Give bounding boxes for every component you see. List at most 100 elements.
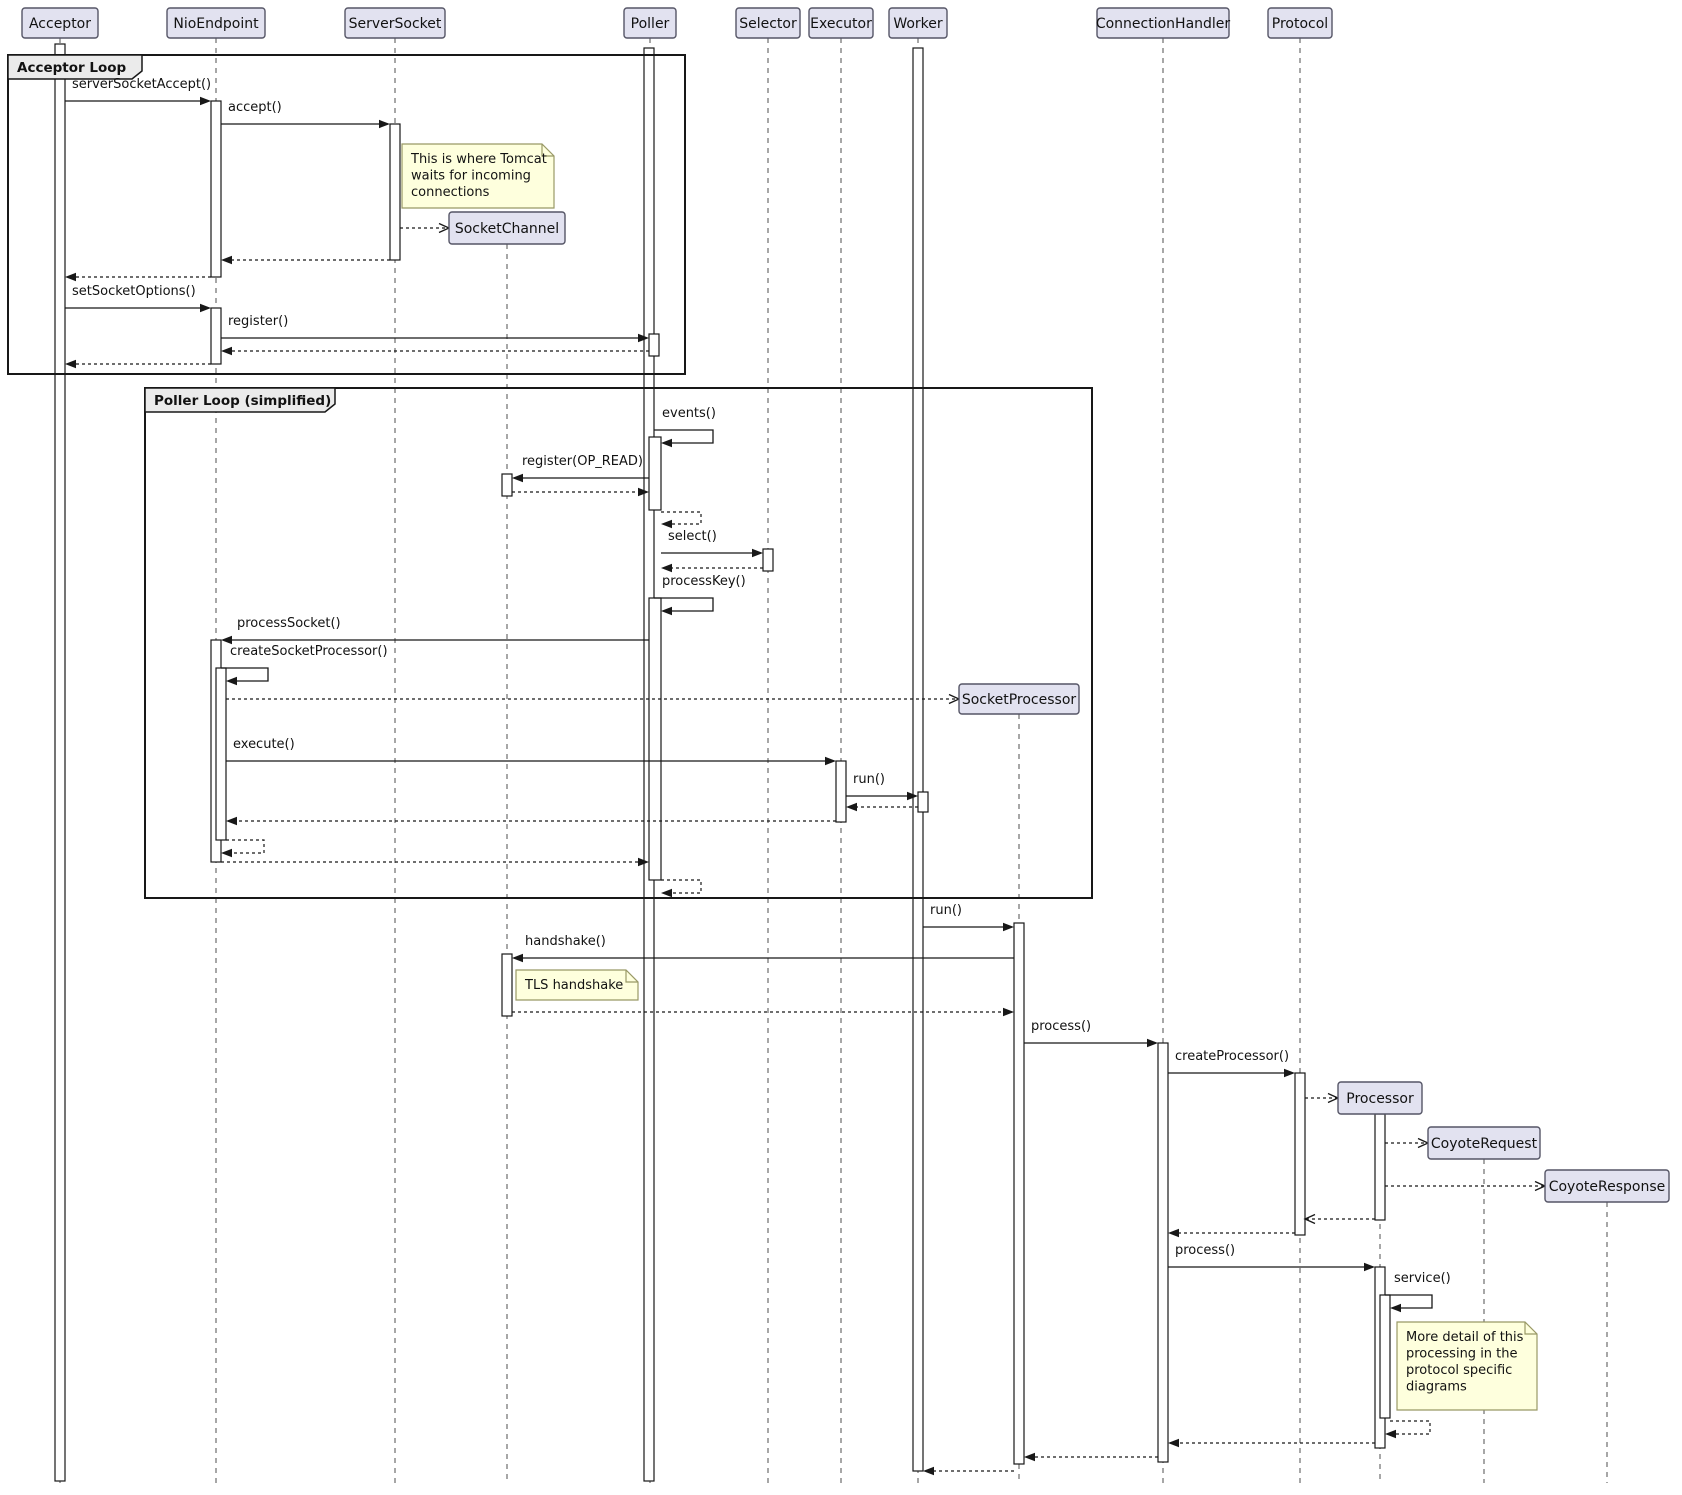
- message-label-11: select(): [668, 529, 717, 544]
- participant-label-worker: Worker: [893, 16, 943, 32]
- poller-loop-return-head: [661, 889, 672, 897]
- participant-label-serversocket: ServerSocket: [349, 16, 442, 32]
- message-label-20: run(): [930, 903, 962, 918]
- message-label-9: register(OP_READ): [522, 454, 643, 469]
- self-message-label-1: processKey(): [662, 574, 746, 589]
- executor-act: [836, 761, 846, 822]
- message-head-31: [1168, 1439, 1179, 1447]
- connectionhandler-act: [1158, 1043, 1168, 1462]
- nioendpoint-createproc-act: [216, 668, 226, 840]
- message-head-33: [923, 1467, 934, 1475]
- message-head-32: [1024, 1453, 1035, 1461]
- poller-events-act: [649, 437, 661, 510]
- participant-label-connectionhandler: ConnectionHandler: [1096, 16, 1231, 32]
- message-head-18: [226, 817, 237, 825]
- message-head-3: [221, 256, 232, 264]
- protocol-act: [1295, 1073, 1305, 1235]
- participant-label-protocol: Protocol: [1272, 16, 1328, 32]
- processor-service-act: [1380, 1295, 1390, 1418]
- message-head-13: [221, 636, 232, 644]
- note-more-detail-text: diagrams: [1406, 1380, 1467, 1395]
- message-head-22: [1003, 1008, 1014, 1016]
- worker-run-act: [918, 792, 928, 812]
- message-head-9: [512, 474, 523, 482]
- participant-label-selector: Selector: [739, 16, 797, 32]
- message-head-4: [65, 273, 76, 281]
- participant-label-nioendpoint: NioEndpoint: [173, 16, 259, 32]
- note-more-detail-text: processing in the: [1406, 1347, 1518, 1362]
- nioendpoint-self-return-head: [221, 849, 232, 857]
- processor-create-act: [1375, 1114, 1385, 1220]
- message-label-0: serverSocketAccept(): [72, 77, 211, 92]
- self-message-label-3: service(): [1394, 1271, 1451, 1286]
- self-message-line-2: [221, 668, 268, 681]
- message-label-16: run(): [853, 772, 885, 787]
- note-tomcat-waits-text: waits for incoming: [411, 169, 531, 184]
- self-message-line-0: [654, 430, 713, 443]
- message-label-24: createProcessor(): [1175, 1049, 1289, 1064]
- message-head-5: [200, 304, 211, 312]
- created-participant-label-socketprocessor: SocketProcessor: [962, 692, 1077, 708]
- participant-label-poller: Poller: [631, 16, 670, 32]
- self-message-head-3: [1390, 1304, 1401, 1312]
- message-head-17: [846, 803, 857, 811]
- self-message-head-2: [226, 677, 237, 685]
- message-head-20: [1003, 923, 1014, 931]
- note-tomcat-waits-text: connections: [411, 185, 490, 200]
- created-participant-label-socketchannel: SocketChannel: [455, 221, 559, 237]
- processor-service-return-head: [1385, 1430, 1396, 1438]
- message-head-12: [661, 564, 672, 572]
- note-tomcat-waits-text: This is where Tomcat: [410, 152, 547, 167]
- created-participant-label-processor: Processor: [1346, 1091, 1414, 1107]
- participant-label-acceptor: Acceptor: [29, 16, 91, 32]
- participant-label-executor: Executor: [810, 16, 872, 32]
- poller-register-act: [649, 334, 659, 356]
- message-head-15: [825, 757, 836, 765]
- message-label-21: handshake(): [525, 934, 606, 949]
- self-message-label-0: events(): [662, 406, 716, 421]
- socketprocessor-act: [1014, 923, 1024, 1464]
- frame-label-0: Acceptor Loop: [17, 60, 127, 76]
- message-head-7: [221, 347, 232, 355]
- self-message-head-1: [661, 607, 672, 615]
- self-message-label-2: createSocketProcessor(): [230, 644, 388, 659]
- acceptor-thread-bar: [55, 44, 65, 1481]
- selector-act: [763, 549, 773, 571]
- message-label-15: execute(): [233, 737, 295, 752]
- created-participant-label-coyoteresponse: CoyoteResponse: [1549, 1179, 1666, 1195]
- note-more-detail-text: More detail of this: [1406, 1330, 1524, 1345]
- message-head-24: [1284, 1069, 1295, 1077]
- poller-events-return-head: [661, 520, 672, 528]
- self-message-line-1: [654, 598, 713, 611]
- message-label-5: setSocketOptions(): [72, 284, 196, 299]
- socketchannel-register-act: [502, 474, 512, 496]
- nioendpoint-accept-act: [211, 101, 221, 277]
- self-message-line-3: [1385, 1295, 1432, 1308]
- message-head-23: [1147, 1039, 1158, 1047]
- message-head-1: [379, 120, 390, 128]
- message-label-1: accept(): [228, 100, 282, 115]
- message-label-13: processSocket(): [237, 616, 341, 631]
- note-tls-handshake-text: TLS handshake: [524, 978, 623, 993]
- serversocket-act: [390, 124, 400, 260]
- message-head-21: [512, 954, 523, 962]
- socketchannel-handshake-act: [502, 954, 512, 1016]
- message-label-30: process(): [1175, 1243, 1235, 1258]
- message-head-8: [65, 360, 76, 368]
- poller-processkey-act: [649, 598, 661, 880]
- sequence-diagram: Acceptor Loop Poller Loop (simplified) Thi…: [0, 0, 1682, 1495]
- message-label-6: register(): [228, 314, 288, 329]
- message-label-23: process(): [1031, 1019, 1091, 1034]
- created-participant-label-coyoterequest: CoyoteRequest: [1431, 1136, 1538, 1152]
- frame-label-1: Poller Loop (simplified): [154, 393, 331, 409]
- frame-0: [8, 55, 685, 374]
- message-head-30: [1364, 1263, 1375, 1271]
- worker-thread-bar: [913, 48, 923, 1471]
- diagram-svg: Acceptor Loop Poller Loop (simplified) Thi…: [0, 0, 1682, 1495]
- message-head-29: [1168, 1229, 1179, 1237]
- message-head-0: [200, 97, 211, 105]
- self-message-head-0: [661, 439, 672, 447]
- note-more-detail-text: protocol specific: [1406, 1363, 1512, 1378]
- nioendpoint-setopts-act: [211, 308, 221, 364]
- message-head-11: [752, 549, 763, 557]
